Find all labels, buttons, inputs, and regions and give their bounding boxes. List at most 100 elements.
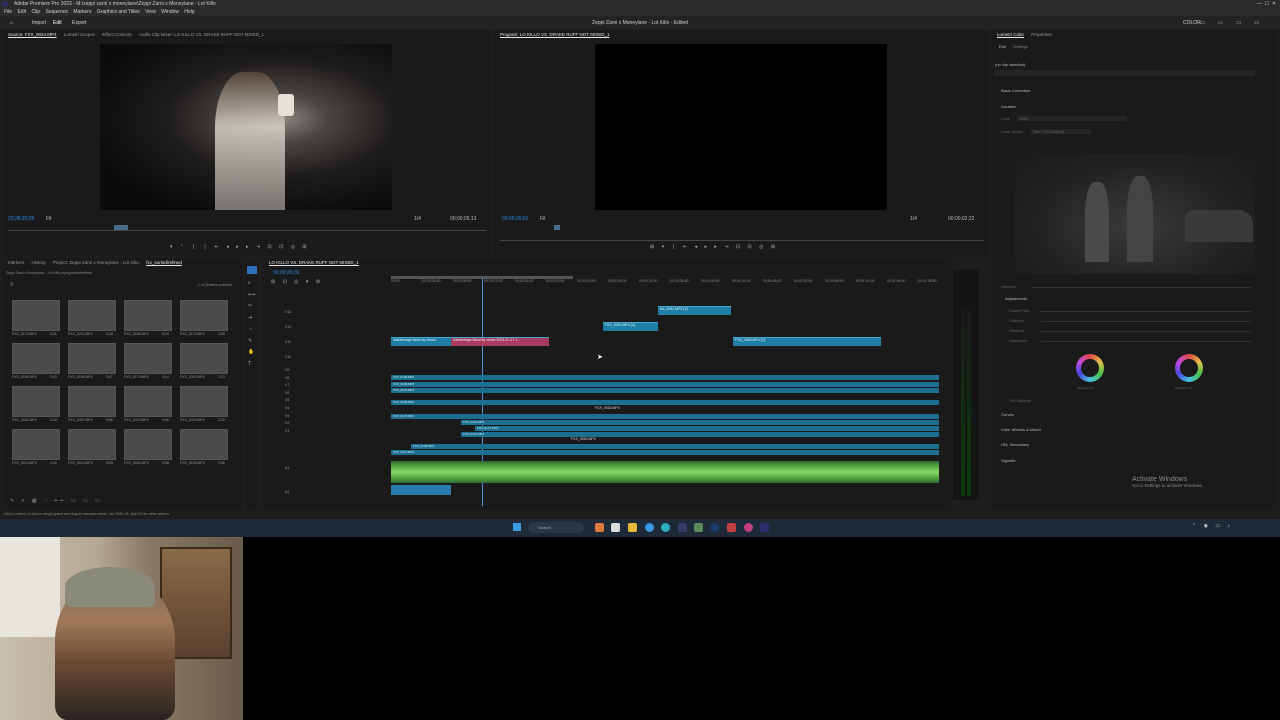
audio-track-header[interactable]: A1	[285, 466, 289, 470]
creative-space-select[interactable]: Rec. 709 (Scene)	[1031, 129, 1091, 134]
tab-bin[interactable]: fxx_sorted/refined	[146, 260, 182, 265]
project-thumbnail[interactable]	[180, 300, 228, 331]
timeline-clip[interactable]: FXX_0138.MP4	[391, 375, 939, 380]
timeline-clip[interactable]: FXX_0117.MP4	[391, 450, 939, 455]
start-icon[interactable]	[513, 523, 521, 531]
source-fit[interactable]: Fit	[46, 216, 52, 222]
project-thumbnail[interactable]	[124, 386, 172, 417]
video-track-header[interactable]: V10	[285, 355, 291, 359]
section-curves[interactable]: Curves	[1001, 412, 1014, 417]
source-scale[interactable]: 1/4	[414, 216, 421, 222]
project-thumbnail[interactable]	[68, 386, 116, 417]
tool-icons[interactable]: ▹ ⟷ ✂ ⇥ ⇔ ✎ ✋ T	[248, 278, 256, 370]
project-thumbnail[interactable]	[68, 429, 116, 460]
program-timecode[interactable]: 00;00;26;01	[502, 216, 528, 222]
lumetri-clip-dropdown[interactable]	[995, 70, 1255, 76]
source-scrubber[interactable]	[8, 230, 486, 231]
project-thumbnail[interactable]	[124, 429, 172, 460]
video-track-header[interactable]: V1	[285, 429, 289, 433]
project-thumbnail[interactable]	[68, 343, 116, 374]
menu-file[interactable]: File	[4, 9, 12, 15]
taskbar-app-9-icon[interactable]	[727, 523, 736, 532]
taskbar-edge-icon[interactable]	[661, 523, 670, 532]
project-thumbnail[interactable]	[124, 343, 172, 374]
tab-lumetri-scopes[interactable]: Lumetri Scopes	[64, 32, 95, 37]
adjust-slider-4[interactable]	[1041, 341, 1251, 342]
section-color-wheels[interactable]: Color Wheels & Match	[1001, 427, 1041, 432]
menu-graphics[interactable]: Graphics and Titles	[97, 9, 140, 15]
video-track-header[interactable]: V7	[285, 383, 289, 387]
clip-v3[interactable]: Saddlebags Band by chuck...	[391, 337, 451, 346]
project-thumbnail[interactable]	[12, 343, 60, 374]
video-track-header[interactable]: V3	[285, 414, 289, 418]
menu-edit[interactable]: Edit	[17, 9, 26, 15]
project-footer-icons[interactable]: ✎ ≡ ▦ ◌ ━━ ▭ ▭ ▭	[10, 498, 103, 504]
timeline-clip[interactable]: FXX_0144.MP4	[461, 420, 939, 425]
menu-clip[interactable]: Clip	[31, 9, 40, 15]
menu-help[interactable]: Help	[184, 9, 194, 15]
taskbar-app-2-icon[interactable]	[611, 523, 620, 532]
video-track-header[interactable]: V2	[285, 421, 289, 425]
taskbar-steam-icon[interactable]	[710, 523, 719, 532]
timeline-clip[interactable]: FXX_0172.MP4	[391, 414, 939, 419]
project-thumbnail[interactable]	[12, 300, 60, 331]
workspace-color[interactable]: COLOR	[1183, 16, 1201, 30]
video-track-header[interactable]: V9	[285, 368, 289, 372]
tab-lumetri-color[interactable]: Lumetri Color	[997, 32, 1024, 37]
source-timecode[interactable]: 23;38;20;36	[8, 216, 34, 222]
video-track-header[interactable]: V5	[285, 398, 289, 402]
tab-source[interactable]: Source: FXX_0024.MP4	[8, 32, 57, 37]
program-playhead[interactable]	[554, 225, 560, 230]
section-hsl-secondary[interactable]: HSL Secondary	[1001, 442, 1029, 447]
tab-program[interactable]: Program: LO KILLO VS. DRAKE RUFF NOT MIX…	[500, 32, 609, 37]
taskbar-explorer-icon[interactable]	[628, 523, 637, 532]
adjust-slider-1[interactable]	[1041, 311, 1251, 312]
video-track-header[interactable]: V13	[285, 310, 291, 314]
section-creative[interactable]: Creative	[1001, 104, 1016, 109]
program-transport[interactable]: ⊞ ▾ ❘ ⇤ ◂ ▸ ▸ ⇥ ⊡ ⊡ ◎ ⊞	[650, 244, 778, 250]
taskbar-chrome-icon[interactable]	[645, 523, 654, 532]
taskbar-app-7-icon[interactable]	[694, 523, 703, 532]
adjust-slider-3[interactable]	[1041, 331, 1251, 332]
taskbar-app-1-icon[interactable]	[595, 523, 604, 532]
creative-look-select[interactable]: None	[1017, 116, 1127, 121]
video-track-header[interactable]: V11	[285, 340, 291, 344]
highlight-tint-wheel[interactable]	[1175, 354, 1203, 382]
tab-markers[interactable]: Markers	[8, 260, 24, 265]
source-transport[interactable]: ▾ ⌃ ❘ ❘ ⇤ ◂ ▸ ▸ ⇥ ⊡ ⊡ ◎ ⊞	[170, 244, 310, 250]
timeline-clip[interactable]: FXX_0169.MP4	[391, 400, 939, 405]
timeline-ruler[interactable]: 00;00 00;00;04;00 00;00;08;00 00;00;12;00 00…	[391, 278, 941, 287]
clip-v4[interactable]: Saddlebags Band by chuck 2023-07-27 1...	[451, 337, 549, 346]
lumetri-edit-tab[interactable]: Edit	[999, 44, 1006, 49]
timeline-timecode[interactable]: 00;00;26;01	[273, 270, 299, 276]
program-scale[interactable]: 1/4	[910, 216, 917, 222]
project-thumbnail[interactable]	[12, 429, 60, 460]
shadow-tint-wheel[interactable]	[1076, 354, 1104, 382]
menu-view[interactable]: View	[145, 9, 156, 15]
timeline-clip[interactable]: FXX_0143.MP4	[411, 444, 939, 449]
project-thumbnail[interactable]	[124, 300, 172, 331]
search-icon[interactable]: ⚲	[10, 282, 14, 288]
project-thumbnail[interactable]	[68, 300, 116, 331]
menu-window[interactable]: Window	[161, 9, 179, 15]
tray-icons[interactable]: ⌃ ◉ ▭ ♪	[1192, 523, 1233, 529]
tab-history[interactable]: History	[32, 260, 46, 265]
tab-project[interactable]: Project: Zeppi Zarni x Moneylane - Lot K…	[53, 260, 139, 265]
timeline-clip[interactable]: FXX_0141.MP4	[391, 388, 939, 393]
menu-markers[interactable]: Markers	[73, 9, 91, 15]
selection-tool-icon[interactable]	[247, 266, 257, 274]
intensity-slider[interactable]	[1031, 287, 1251, 288]
clip-v2[interactable]: FXX_0041.MP4 [V]	[603, 322, 658, 331]
video-track-header[interactable]: V8	[285, 376, 289, 380]
program-fit[interactable]: Fit	[540, 216, 546, 222]
clip-v5[interactable]: FXX_0053.MP4 [V]	[733, 337, 881, 346]
adjust-slider-2[interactable]	[1041, 321, 1251, 322]
section-vignette[interactable]: Vignette	[1001, 458, 1016, 463]
lumetri-settings-tab[interactable]: Settings	[1013, 44, 1027, 49]
timeline-clip[interactable]: FXX_0171.MP4	[475, 426, 939, 431]
taskbar-search[interactable]: Search	[528, 522, 584, 533]
timeline-clip[interactable]: FXX_0139.MP4	[391, 382, 939, 387]
timeline-toolbar-icons[interactable]: ⊞ ⊡ ◎ ▾ ⚙	[271, 279, 323, 285]
timeline-clip[interactable]: FXX_0170.MP4	[461, 432, 939, 437]
video-track-header[interactable]: V4	[285, 406, 289, 410]
